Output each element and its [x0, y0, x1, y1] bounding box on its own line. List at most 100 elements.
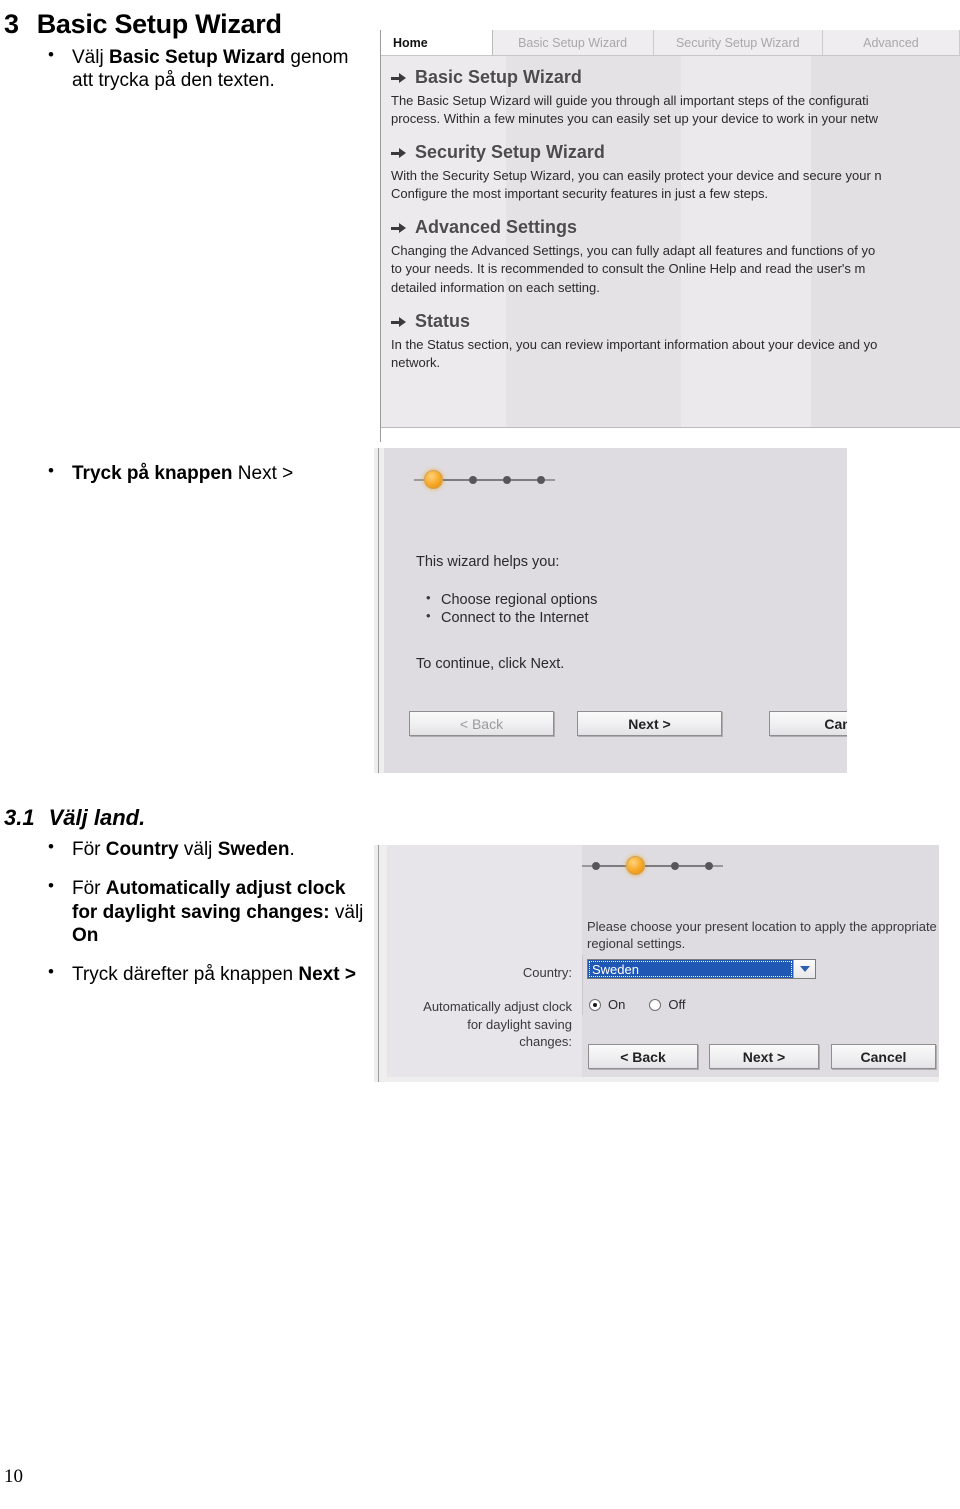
bullet-1-part-1: Välj: [72, 46, 109, 68]
sub-heading-text: Välj land.: [48, 805, 146, 830]
cancel-button[interactable]: Cancel: [831, 1044, 936, 1069]
scrollbar-rail[interactable]: [378, 448, 379, 773]
section-heading-label: Status: [415, 310, 471, 331]
radio-off[interactable]: [649, 998, 662, 1011]
tab-home[interactable]: Home: [381, 30, 493, 55]
scrollbar-rail[interactable]: [378, 845, 379, 1082]
tab-advanced[interactable]: Advanced: [822, 30, 960, 55]
section-line: In the Status section, you can review im…: [391, 336, 878, 352]
list-item: Choose regional options: [426, 590, 597, 608]
wizard-intro-panel: This wizard helps you: Choose regional o…: [384, 448, 847, 773]
step-connector: [600, 864, 626, 867]
arrow-right-icon: [391, 72, 407, 84]
bullet-list-3: För Country välj Sweden. För Automatical…: [0, 837, 372, 986]
next-button-instruction-block: Tryck på knappen Next >: [0, 461, 372, 499]
section-line: With the Security Setup Wizard, you can …: [391, 167, 882, 183]
section-heading-label: Advanced Settings: [415, 217, 578, 238]
instruction-line-2: regional settings.: [587, 936, 686, 951]
step-dot: [671, 861, 679, 870]
screenshot-wizard-intro: This wizard helps you: Choose regional o…: [374, 448, 847, 773]
screenshot-country-step: Please choose your present location to a…: [374, 845, 939, 1082]
next-button[interactable]: Next >: [709, 1044, 819, 1069]
bullet-3-part-3: välj: [178, 839, 218, 861]
next-button[interactable]: Next >: [577, 711, 722, 736]
section-line: network.: [391, 354, 441, 370]
section-security-setup-wizard: Security Setup Wizard With the Security …: [391, 142, 960, 203]
section-line: Configure the most important security fe…: [391, 186, 769, 202]
step-dot: [469, 475, 477, 484]
list-item: För Automatically adjust clock for dayli…: [0, 876, 372, 947]
bullet-4-part-2: Automatically adjust clock for daylight …: [72, 878, 346, 923]
section-heading-label: Basic Setup Wizard: [415, 67, 582, 87]
step-connector: [414, 478, 424, 481]
daylight-radio-group: On Off: [589, 997, 685, 1012]
wizard-step-indicator: [582, 856, 723, 875]
country-label: Country:: [522, 965, 572, 980]
vertical-divider: [582, 955, 583, 1015]
step-dot: [537, 475, 545, 484]
wizard-intro-text: This wizard helps you:: [416, 554, 560, 570]
bullet-list-2: Tryck på knappen Next >: [0, 461, 372, 485]
back-button[interactable]: < Back: [409, 711, 554, 736]
daylight-label: Automatically adjust clock for daylight …: [412, 998, 572, 1051]
cancel-button[interactable]: Canc: [769, 711, 847, 736]
scrollbar-rail[interactable]: [374, 30, 381, 442]
section-3-1-block: 3.1 Välj land. För Country välj Sweden. …: [0, 805, 372, 1002]
bullet-3-part-1: För: [72, 839, 106, 861]
step-connector: [645, 864, 671, 867]
page-bottom-strip: [381, 427, 960, 442]
sub-page-title: 3.1 Välj land.: [0, 805, 372, 830]
list-item: För Country välj Sweden.: [0, 837, 372, 861]
step-dot: [592, 861, 600, 870]
section-3-block: 3 Basic Setup Wizard Välj Basic Setup Wi…: [0, 8, 372, 106]
bullet-5-part-1: Tryck därefter på knappen: [72, 963, 299, 985]
step-connector: [679, 864, 705, 867]
step-connector: [511, 478, 537, 481]
section-heading[interactable]: Basic Setup Wizard: [391, 67, 960, 88]
step-dot: [705, 861, 713, 870]
back-button[interactable]: < Back: [588, 1044, 698, 1069]
bullet-2-part-2: Next >: [232, 463, 294, 484]
bullet-5-part-2: Next >: [298, 963, 356, 985]
bullet-4-part-4: On: [72, 924, 99, 946]
section-heading[interactable]: Status: [391, 310, 960, 332]
step-connector: [545, 478, 555, 481]
page-number: 10: [4, 1466, 23, 1487]
daylight-label-line-2: for daylight saving changes:: [467, 1016, 572, 1050]
tab-basic-setup-wizard[interactable]: Basic Setup Wizard: [492, 30, 654, 55]
bullet-4-part-3: välj: [329, 901, 364, 923]
bullet-4-part-1: För: [72, 878, 106, 900]
page-title: 3 Basic Setup Wizard: [0, 8, 372, 40]
section-line: detailed information on each setting.: [391, 279, 600, 295]
wizard-help-list: Choose regional options Connect to the I…: [426, 590, 597, 628]
screenshot-home-page: Home Basic Setup Wizard Security Setup W…: [374, 30, 960, 442]
step-connector: [443, 478, 469, 481]
step-dot-current: [424, 470, 443, 489]
bullet-list-1: Välj Basic Setup Wizard genom att trycka…: [0, 45, 372, 92]
radio-on[interactable]: [589, 998, 601, 1011]
arrow-right-icon: [391, 316, 407, 328]
list-item: Välj Basic Setup Wizard genom att trycka…: [0, 45, 372, 92]
instruction-line-1: Please choose your present location to a…: [587, 919, 937, 934]
section-heading-label: Security Setup Wizard: [415, 142, 605, 163]
list-item: Tryck på knappen Next >: [0, 461, 372, 485]
tab-security-setup-wizard[interactable]: Security Setup Wizard: [653, 30, 823, 55]
bullet-3-part-4: Sweden: [217, 839, 290, 861]
section-basic-setup-wizard: Basic Setup Wizard The Basic Setup Wizar…: [391, 67, 960, 128]
bullet-3-part-2: Country: [105, 839, 179, 861]
step-dot: [503, 475, 511, 484]
section-line: Changing the Advanced Settings, you can …: [391, 243, 876, 259]
chevron-down-icon[interactable]: [793, 960, 815, 978]
arrow-right-icon: [391, 222, 407, 234]
section-line: process. Within a few minutes you can ea…: [391, 110, 878, 126]
country-select[interactable]: Sweden: [587, 959, 816, 979]
section-heading[interactable]: Advanced Settings: [391, 218, 960, 238]
home-page-body: Home Basic Setup Wizard Security Setup W…: [381, 30, 960, 442]
list-item: Tryck därefter på knappen Next >: [0, 962, 372, 986]
country-step-panel: Please choose your present location to a…: [387, 845, 939, 1077]
step-connector: [713, 864, 723, 867]
wizard-step-indicator: [414, 470, 555, 489]
bullet-3-part-5: .: [289, 839, 295, 861]
section-heading[interactable]: Security Setup Wizard: [391, 142, 960, 163]
list-item: Connect to the Internet: [426, 608, 597, 626]
